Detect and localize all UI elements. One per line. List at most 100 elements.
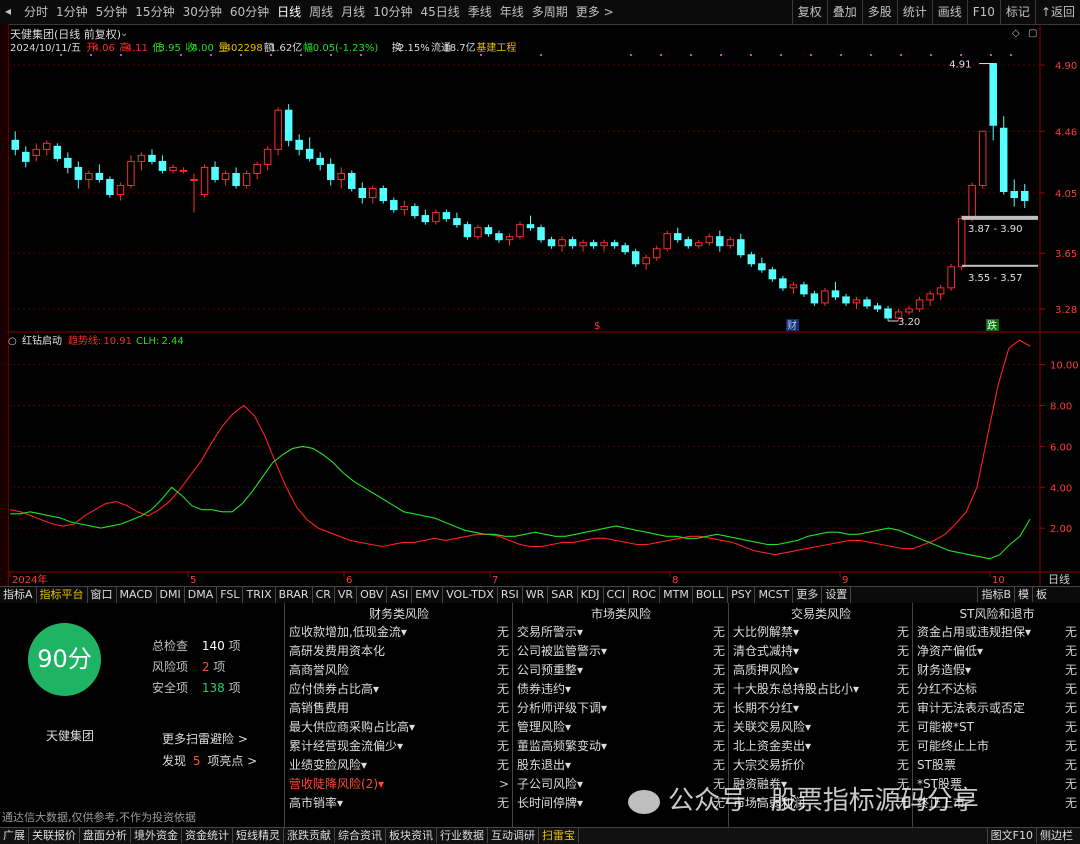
risk-item[interactable]: 高研发费用资本化 无	[285, 642, 513, 661]
risk-item[interactable]: 资金占用或违规担保▾ 无	[913, 623, 1080, 642]
indicator-tab[interactable]: 窗口	[88, 587, 117, 603]
footer-tab[interactable]: 互动调研	[488, 828, 539, 843]
finance-marker[interactable]: 财	[787, 319, 797, 332]
indicator-tab[interactable]: OBV	[357, 587, 388, 603]
risk-item[interactable]: 大比例解禁▾ 无	[729, 623, 913, 642]
period-tab[interactable]: 10分钟	[369, 0, 416, 24]
tool-button[interactable]: ↑返回	[1034, 0, 1080, 24]
footer-right-tab[interactable]: 图文F10	[986, 828, 1036, 843]
indicator-tab[interactable]: VOL-TDX	[443, 587, 498, 603]
indicator-tab[interactable]: RSI	[498, 587, 523, 603]
tool-button[interactable]: 多股	[861, 0, 897, 24]
period-tab[interactable]: 年线	[496, 0, 528, 24]
indicator-collapse-icon[interactable]: ○	[8, 336, 17, 347]
footer-tab[interactable]: 行业数据	[437, 828, 488, 843]
diamond-icon[interactable]: ◇	[1012, 28, 1020, 39]
risk-item[interactable]: 营收陡降风险(2)▾ >	[285, 775, 513, 794]
period-tab[interactable]: 45日线	[416, 0, 463, 24]
risk-item[interactable]: 业绩变脸风险▾ 无	[285, 756, 513, 775]
risk-item[interactable]: 审计无法表示或否定 无	[913, 699, 1080, 718]
kline-chart[interactable]: 天健集团(日线 前复权) ⌄ ◇ ▢ 2024/10/11/五 开4.06 高4.1…	[0, 24, 1080, 586]
drop-marker[interactable]: 跌	[987, 319, 997, 332]
risk-item[interactable]: 北上资金卖出▾ 无	[729, 737, 913, 756]
risk-item[interactable]: 财务造假▾ 无	[913, 661, 1080, 680]
risk-item[interactable]: 董监高频繁变动▾ 无	[513, 737, 729, 756]
indicator-tab[interactable]: 设置	[822, 587, 852, 603]
period-tab[interactable]: 多周期	[528, 0, 572, 24]
risk-item[interactable]: 高质押风险▾ 无	[729, 661, 913, 680]
indicator-tab[interactable]: PSY	[728, 587, 756, 603]
highlights-link[interactable]: 发现 5 项亮点 >	[162, 752, 257, 769]
tool-button[interactable]: 画线	[931, 0, 967, 24]
risk-item[interactable]: 高商誉风险 无	[285, 661, 513, 680]
footer-tab[interactable]: 境外资金	[131, 828, 182, 843]
footer-tab[interactable]: 资金统计	[182, 828, 233, 843]
indicator-tab[interactable]: EMV	[412, 587, 444, 603]
indicator-tab[interactable]: SAR	[548, 587, 578, 603]
risk-item[interactable]: 净资产偏低▾ 无	[913, 642, 1080, 661]
indicator-tab[interactable]: FSL	[217, 587, 244, 603]
indicator-tab[interactable]: ROC	[629, 587, 661, 603]
risk-item[interactable]: 关联交易风险▾ 无	[729, 718, 913, 737]
risk-item[interactable]: 最大供应商采购占比高▾ 无	[285, 718, 513, 737]
indicator-tab[interactable]: 更多	[793, 587, 823, 603]
period-tab[interactable]: 更多 >	[572, 0, 618, 24]
period-tab[interactable]: 1分钟	[52, 0, 92, 24]
risk-item[interactable]: 股东退出▾ 无	[513, 756, 729, 775]
risk-item[interactable]: 管理风险▾ 无	[513, 718, 729, 737]
indicator-tab[interactable]: KDJ	[578, 587, 604, 603]
tool-button[interactable]: 复权	[791, 0, 827, 24]
indicator-tab-right[interactable]: 指标B	[977, 587, 1014, 602]
indicator-tab[interactable]: MCST	[755, 587, 794, 603]
risk-item[interactable]: 累计经营现金流偏少▾ 无	[285, 737, 513, 756]
tool-button[interactable]: 标记	[999, 0, 1035, 24]
footer-tab[interactable]: 扫雷宝	[539, 828, 579, 843]
footer-tab[interactable]: 综合资讯	[335, 828, 386, 843]
dividend-marker[interactable]: $	[594, 321, 600, 332]
indicator-tab[interactable]: MACD	[117, 587, 157, 603]
risk-item[interactable]: 高销售费用 无	[285, 699, 513, 718]
indicator-tab[interactable]: 指标平台	[37, 587, 88, 603]
period-tab[interactable]: 日线	[273, 0, 305, 24]
footer-tab[interactable]: 广展	[0, 828, 29, 843]
period-tab[interactable]: 周线	[305, 0, 337, 24]
footer-tab[interactable]: 盘面分析	[80, 828, 131, 843]
indicator-tab[interactable]: DMA	[185, 587, 218, 603]
period-label[interactable]: 日线	[1048, 572, 1070, 586]
risk-item[interactable]: 可能终止上市 无	[913, 737, 1080, 756]
indicator-tab[interactable]: WR	[523, 587, 549, 603]
footer-tab[interactable]: 短线精灵	[233, 828, 284, 843]
footer-tab[interactable]: 涨跌贡献	[284, 828, 335, 843]
period-tab[interactable]: 5分钟	[92, 0, 132, 24]
indicator-tab[interactable]: BRAR	[276, 587, 313, 603]
period-tab[interactable]: 季线	[464, 0, 496, 24]
indicator-tab-right[interactable]: 模	[1014, 587, 1032, 602]
risk-item[interactable]: 分红不达标 无	[913, 680, 1080, 699]
indicator-tab[interactable]: DMI	[157, 587, 185, 603]
footer-tab[interactable]: 板块资讯	[386, 828, 437, 843]
footer-tab[interactable]: 关联报价	[29, 828, 80, 843]
indicator-tab[interactable]: BOLL	[693, 587, 729, 603]
indicator-tab[interactable]: CR	[313, 587, 335, 603]
risk-item[interactable]: ST股票 无	[913, 756, 1080, 775]
indicator-tab[interactable]: MTM	[660, 587, 693, 603]
risk-item[interactable]: 债券违约▾ 无	[513, 680, 729, 699]
tool-button[interactable]: 统计	[896, 0, 932, 24]
indicator-tab[interactable]: ASI	[387, 587, 413, 603]
risk-item[interactable]: 公司预重整▾ 无	[513, 661, 729, 680]
risk-item[interactable]: 分析师评级下调▾ 无	[513, 699, 729, 718]
risk-item[interactable]: 大宗交易折价 无	[729, 756, 913, 775]
indicator-tab[interactable]: CCI	[604, 587, 630, 603]
indicator-tab[interactable]: 指标A	[0, 587, 37, 603]
period-tab[interactable]: 60分钟	[226, 0, 273, 24]
risk-item[interactable]: 应收款增加,低现金流▾ 无	[285, 623, 513, 642]
period-tab[interactable]: 分时	[20, 0, 52, 24]
more-scan-link[interactable]: 更多扫雷避险 >	[162, 730, 248, 747]
period-tab[interactable]: 15分钟	[131, 0, 178, 24]
layout-icon[interactable]: ▢	[1028, 28, 1037, 39]
title-dropdown-icon[interactable]: ⌄	[120, 28, 128, 39]
period-tab[interactable]: 30分钟	[179, 0, 226, 24]
risk-item[interactable]: 公司被监管警示▾ 无	[513, 642, 729, 661]
risk-item[interactable]: 可能被*ST 无	[913, 718, 1080, 737]
tool-button[interactable]: 叠加	[826, 0, 862, 24]
